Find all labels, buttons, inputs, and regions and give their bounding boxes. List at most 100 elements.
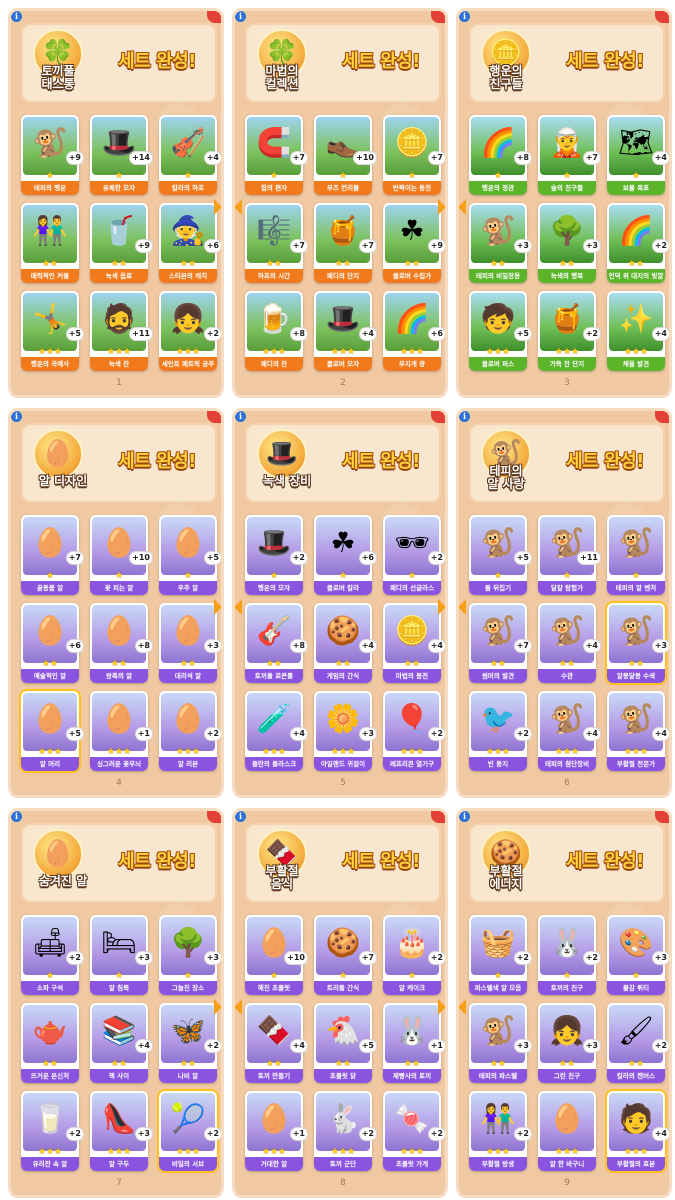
prev-page-arrow-icon[interactable] — [235, 199, 242, 215]
collection-card[interactable]: 🍪 ★★ +4 게임의 간식 — [314, 603, 377, 683]
collection-card[interactable]: 🧺 ★ +2 파스텔색 알 모음 — [469, 915, 532, 995]
next-page-arrow-icon[interactable] — [214, 599, 221, 615]
collection-card[interactable]: 🐇 ★★★ +2 토끼 군단 — [314, 1091, 377, 1171]
collection-card[interactable]: 🗺 ★ +4 보물 목표 — [607, 115, 669, 195]
collection-card[interactable]: 🫖 ★★ 뜨거운 온신처 — [21, 1003, 79, 1083]
prev-page-arrow-icon[interactable] — [459, 599, 466, 615]
collection-card[interactable]: ✨ ★★★ +4 채을 발견 — [607, 291, 669, 371]
collection-card[interactable]: 🍯 ★★★ +2 가득 찬 단지 — [538, 291, 601, 371]
info-icon[interactable]: i — [11, 811, 22, 822]
collection-card[interactable]: 🎼 ★★ +7 하프의 시간 — [245, 203, 308, 283]
collection-card[interactable]: 🎩 ★ +2 행운의 모자 — [245, 515, 308, 595]
info-icon[interactable]: i — [459, 411, 470, 422]
close-icon[interactable] — [655, 411, 669, 423]
collection-card[interactable]: 🥚 ★★★ +1 거대한 알 — [245, 1091, 308, 1171]
collection-card[interactable]: 🌳 ★ +3 그늘진 장소 — [159, 915, 221, 995]
collection-card[interactable]: 🛏 ★ +3 알 침묵 — [90, 915, 153, 995]
collection-card[interactable]: 🐒 ★★ +3 알몽달몽 수색 — [607, 603, 669, 683]
collection-card[interactable]: 🎩 ★ +14 유쾌한 모자 — [90, 115, 153, 195]
collection-card[interactable]: 🌈 ★★ +2 언덕 위 대지의 빛깔 — [607, 203, 669, 283]
collection-card[interactable]: 🎾 ★★★ +2 비밀의 서브 — [159, 1091, 221, 1171]
collection-card[interactable]: 👫 ★★★ +2 부활절 방생 — [469, 1091, 532, 1171]
collection-card[interactable]: 👫 ★★ 매력적인 커플 — [21, 203, 79, 283]
collection-card[interactable]: 🎈 ★★★ +2 레프리콘 열기구 — [383, 691, 445, 771]
info-icon[interactable]: i — [235, 411, 246, 422]
collection-card[interactable]: 🥚 ★★ +6 예술적인 알 — [21, 603, 84, 683]
collection-card[interactable]: 🥛 ★★★ +2 유리잔 속 알 — [21, 1091, 84, 1171]
collection-card[interactable]: 🐰 ★ +2 토끼의 친구 — [538, 915, 601, 995]
collection-card[interactable]: 🐒 ★ 테피의 알 벤처 — [607, 515, 665, 595]
collection-card[interactable]: 🛋 ★ +2 소파 구석 — [21, 915, 84, 995]
collection-card[interactable]: 🧝 ★ +7 숲의 친구들 — [538, 115, 601, 195]
collection-card[interactable]: 🧪 ★★★ +4 플란의 플라스크 — [245, 691, 308, 771]
collection-card[interactable]: 🐦 ★★★ +2 빈 둥지 — [469, 691, 532, 771]
collection-card[interactable]: 🥚 ★★ +3 대리석 알 — [159, 603, 221, 683]
collection-card[interactable]: 🐒 ★★ +3 테피의 비밀장용 — [469, 203, 532, 283]
collection-card[interactable]: 🪙 ★★ +4 마법의 동전 — [383, 603, 445, 683]
collection-card[interactable]: 🌈 ★ +8 행운의 정관 — [469, 115, 532, 195]
collection-card[interactable]: 🧑 ★★★ +4 부활절의 호분 — [607, 1091, 669, 1171]
collection-card[interactable]: 🧙 ★★ +6 스티븐의 캐치 — [159, 203, 221, 283]
prev-page-arrow-icon[interactable] — [459, 999, 466, 1015]
collection-card[interactable]: 🌳 ★★ +3 녹색의 행복 — [538, 203, 601, 283]
collection-card[interactable]: 🐒 ★ +9 테피의 행운 — [21, 115, 84, 195]
close-icon[interactable] — [207, 411, 221, 423]
collection-card[interactable]: 🥚 ★★★ +2 알 리본 — [159, 691, 221, 771]
collection-card[interactable]: 🐔 ★★ +5 초콜릿 닭 — [314, 1003, 377, 1083]
collection-card[interactable]: 🐒 ★★ +4 수관 — [538, 603, 601, 683]
next-page-arrow-icon[interactable] — [214, 999, 221, 1015]
collection-card[interactable]: 🥚 ★ +5 우주 알 — [159, 515, 221, 595]
info-icon[interactable]: i — [459, 811, 470, 822]
info-icon[interactable]: i — [11, 11, 22, 22]
collection-card[interactable]: 🤸 ★★★ +5 행운의 곡예사 — [21, 291, 84, 371]
collection-card[interactable]: 👠 ★★★ +3 알 구두 — [90, 1091, 153, 1171]
collection-card[interactable]: 🍫 ★★ +4 토끼 만들기 — [245, 1003, 308, 1083]
collection-card[interactable]: 🎩 ★★★ +4 클로버 모자 — [314, 291, 377, 371]
collection-card[interactable]: 🎨 ★ +3 물감 튀티 — [607, 915, 669, 995]
collection-card[interactable]: 🥚 ★★★ +5 알 머리 — [21, 691, 84, 771]
collection-card[interactable]: 👧 ★★★ +2 세인트 패트릭 공주 — [159, 291, 221, 371]
collection-card[interactable]: 🎻 ★ +4 칼라의 하프 — [159, 115, 221, 195]
collection-card[interactable]: 🖌 ★★ +2 칼라의 캔버스 — [607, 1003, 669, 1083]
collection-card[interactable]: 🥤 ★★ +9 녹색 음료 — [90, 203, 153, 283]
close-icon[interactable] — [207, 811, 221, 823]
collection-card[interactable]: 🧔 ★★★ +11 녹색 잔 — [90, 291, 153, 371]
close-icon[interactable] — [431, 811, 445, 823]
collection-card[interactable]: 🐒 ★★★ +4 테피의 첨단장비 — [538, 691, 601, 771]
collection-card[interactable]: 🎸 ★★ +8 토끼풀 로큰롤 — [245, 603, 308, 683]
close-icon[interactable] — [655, 811, 669, 823]
close-icon[interactable] — [431, 11, 445, 23]
collection-card[interactable]: 👧 ★★ +3 그린 친구 — [538, 1003, 601, 1083]
next-page-arrow-icon[interactable] — [214, 199, 221, 215]
collection-card[interactable]: 🧲 ★ +7 힘의 편자 — [245, 115, 308, 195]
collection-card[interactable]: 🧒 ★★★ +5 클로버 퍼스 — [469, 291, 532, 371]
info-icon[interactable]: i — [459, 11, 470, 22]
collection-card[interactable]: 🍺 ★★★ +8 패디의 잔 — [245, 291, 308, 371]
info-icon[interactable]: i — [11, 411, 22, 422]
collection-card[interactable]: 🐒 ★ +5 돌 뒤집기 — [469, 515, 532, 595]
prev-page-arrow-icon[interactable] — [459, 199, 466, 215]
collection-card[interactable]: 🕶 ★ +2 패디의 선글라스 — [383, 515, 445, 595]
close-icon[interactable] — [207, 11, 221, 23]
collection-card[interactable]: 🌼 ★★★ +3 아일랜드 귀걸이 — [314, 691, 377, 771]
collection-card[interactable]: 🐒 ★★ +3 테피의 파스텔 — [469, 1003, 532, 1083]
collection-card[interactable]: 🍯 ★★ +7 패디의 단지 — [314, 203, 377, 283]
collection-card[interactable]: 👞 ★ +10 부츠 컨리볼 — [314, 115, 377, 195]
collection-card[interactable]: 🥚 ★ +10 해진 초콜릿 — [245, 915, 308, 995]
collection-card[interactable]: 🐒 ★ +11 달걀 탐험가 — [538, 515, 601, 595]
collection-card[interactable]: 🌈 ★★★ +6 무지개 광 — [383, 291, 445, 371]
collection-card[interactable]: 📚 ★★ +4 책 사이 — [90, 1003, 153, 1083]
info-icon[interactable]: i — [235, 11, 246, 22]
close-icon[interactable] — [655, 11, 669, 23]
collection-card[interactable]: 🍪 ★ +7 트리플 간식 — [314, 915, 377, 995]
info-icon[interactable]: i — [235, 811, 246, 822]
next-page-arrow-icon[interactable] — [438, 599, 445, 615]
collection-card[interactable]: 🪙 ★ +7 반짝이는 동전 — [383, 115, 445, 195]
collection-card[interactable]: 🥚 ★ +10 꽃 피는 알 — [90, 515, 153, 595]
collection-card[interactable]: 🥚 ★★ +8 왕족의 알 — [90, 603, 153, 683]
collection-card[interactable]: 🐒 ★★★ +4 부활절 전문가 — [607, 691, 669, 771]
collection-card[interactable]: 🥚 ★★★ 알 한 바구니 — [538, 1091, 596, 1171]
collection-card[interactable]: ☘ ★ +6 클로버 칼라 — [314, 515, 377, 595]
next-page-arrow-icon[interactable] — [438, 999, 445, 1015]
prev-page-arrow-icon[interactable] — [235, 999, 242, 1015]
